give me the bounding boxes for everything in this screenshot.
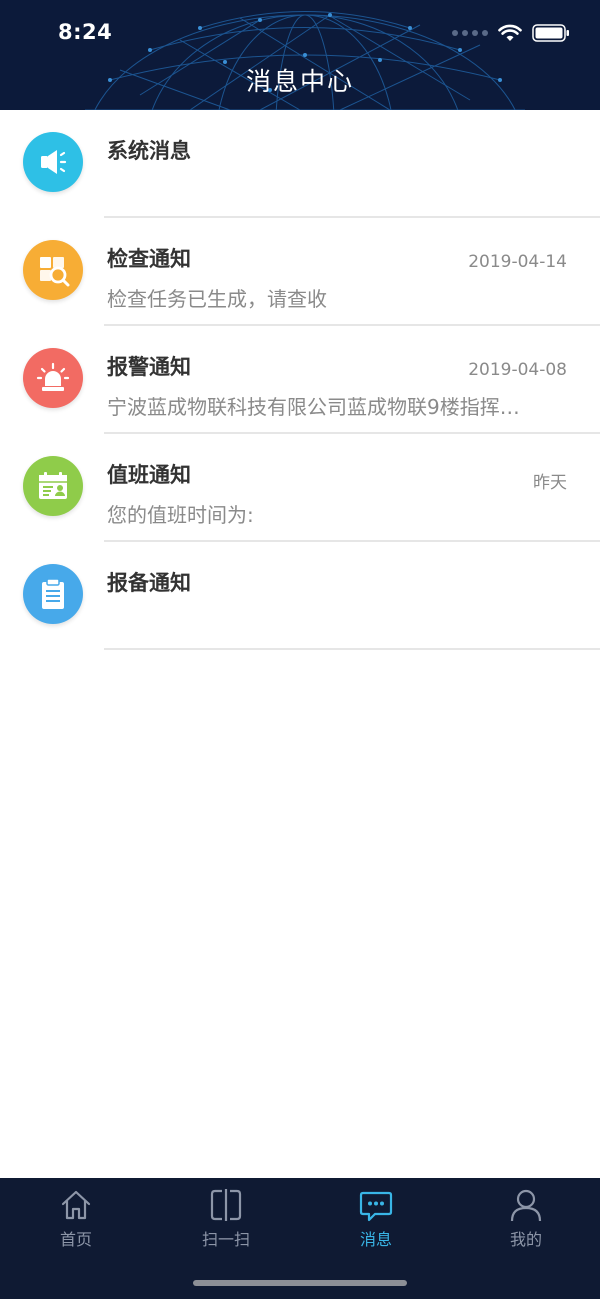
tab-label: 扫一扫 <box>201 1230 250 1249</box>
message-item-duty[interactable]: 值班通知 昨天 您的值班时间为: <box>0 434 600 542</box>
tab-label: 首页 <box>59 1230 92 1249</box>
signal-icon <box>452 30 488 36</box>
message-title: 报备通知 <box>107 571 191 595</box>
message-item-inspection[interactable]: 检查通知 2019-04-14 检查任务已生成，请查收 <box>0 218 600 326</box>
message-title: 检查通知 <box>107 247 191 271</box>
inspection-icon <box>23 240 83 300</box>
status-indicators <box>452 22 570 44</box>
message-preview: 检查任务已生成，请查收 <box>107 287 327 311</box>
tab-label: 消息 <box>359 1230 392 1249</box>
message-preview: 您的值班时间为: <box>107 503 254 527</box>
page-title: 消息中心 <box>245 67 354 96</box>
person-icon <box>510 1189 542 1222</box>
message-item-report[interactable]: 报备通知 <box>0 542 600 650</box>
battery-icon <box>532 24 569 42</box>
duty-calendar-icon <box>23 456 83 516</box>
tab-home[interactable]: 首页 <box>26 1188 126 1252</box>
chat-icon <box>359 1191 393 1222</box>
header-bar: 8:24 消息中心 <box>0 0 600 110</box>
message-title: 值班通知 <box>107 463 191 487</box>
message-item-alarm[interactable]: 报警通知 2019-04-08 宁波蓝成物联科技有限公司蓝成物联9楼指挥… <box>0 326 600 434</box>
megaphone-icon <box>23 132 83 192</box>
divider <box>104 648 600 650</box>
message-preview: 宁波蓝成物联科技有限公司蓝成物联9楼指挥… <box>107 395 520 419</box>
message-title: 系统消息 <box>107 139 191 163</box>
message-date: 2019-04-08 <box>468 360 567 380</box>
tab-label: 我的 <box>509 1230 542 1249</box>
home-icon <box>61 1190 91 1220</box>
scan-icon <box>210 1189 242 1221</box>
wifi-icon <box>498 24 522 41</box>
message-date: 2019-04-14 <box>468 252 567 272</box>
tab-messages[interactable]: 消息 <box>326 1188 426 1252</box>
tab-profile[interactable]: 我的 <box>476 1188 576 1252</box>
message-item-system[interactable]: 系统消息 <box>0 110 600 218</box>
tab-scan[interactable]: 扫一扫 <box>176 1188 276 1252</box>
alarm-light-icon <box>23 348 83 408</box>
clipboard-icon <box>23 564 83 624</box>
message-title: 报警通知 <box>107 355 191 379</box>
status-time: 8:24 <box>58 20 113 44</box>
message-list: 系统消息 检查通知 2019-04-14 检查任务已生成，请查收 报警通知 20… <box>0 110 600 650</box>
home-indicator <box>193 1280 407 1286</box>
message-date: 昨天 <box>533 473 567 493</box>
